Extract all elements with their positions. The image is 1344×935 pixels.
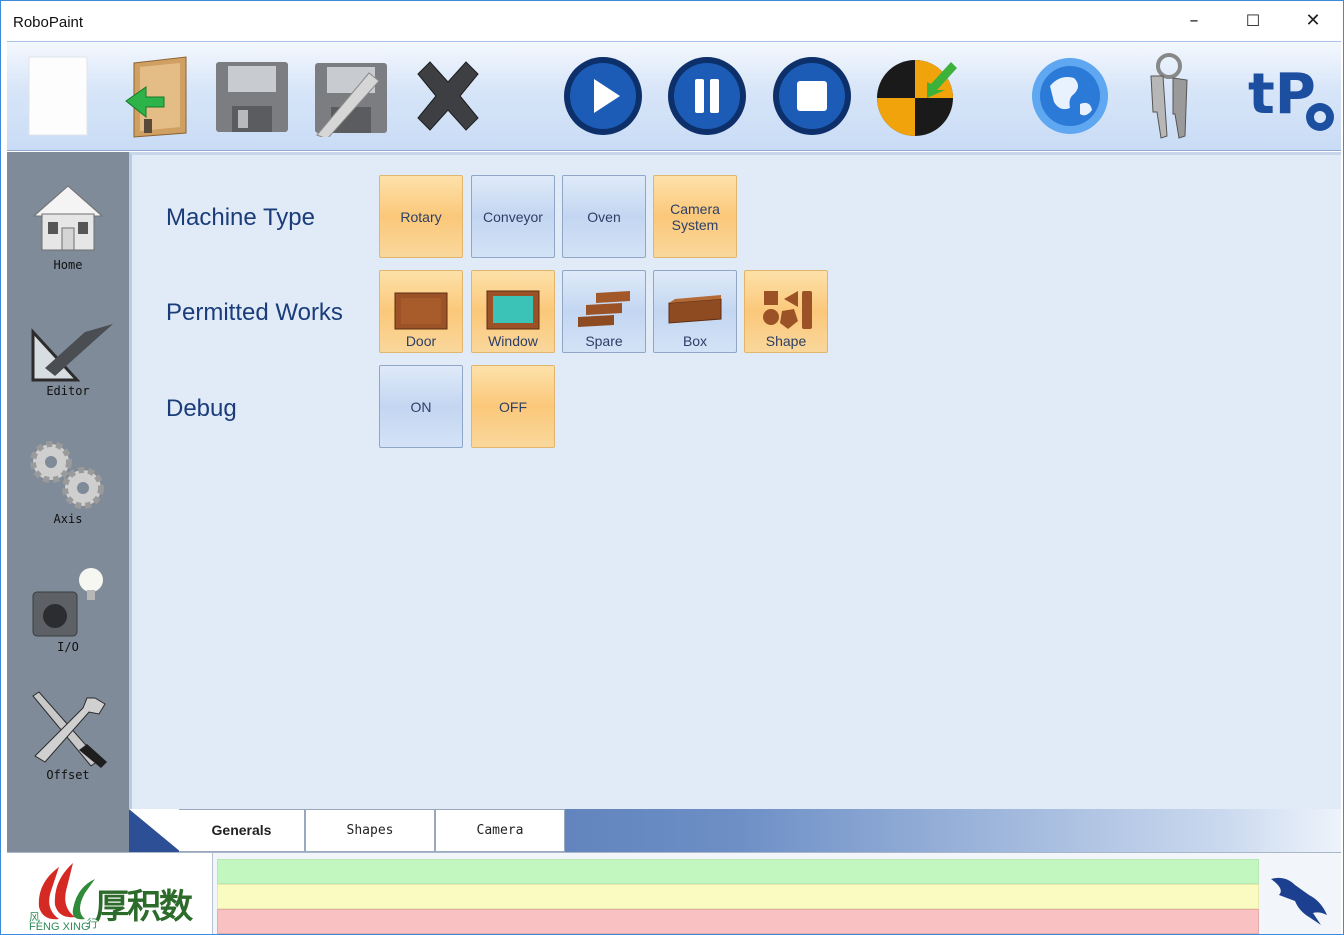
blank-page-icon <box>28 56 88 136</box>
permitted-works-label: Permitted Works <box>166 299 343 326</box>
sidebar-item-editor[interactable]: Editor <box>7 304 129 424</box>
option-label: Window <box>488 333 538 349</box>
sidebar-item-label: Offset <box>46 768 90 782</box>
logo-subtext: FENG XING <box>29 921 90 933</box>
window-title: RoboPaint <box>13 14 84 31</box>
origin-target-icon <box>877 60 957 136</box>
sidebar-item-label: Axis <box>53 512 83 526</box>
floppy-disk-icon <box>216 62 288 132</box>
option-label: Rotary <box>400 208 442 225</box>
login-button[interactable] <box>1127 52 1209 140</box>
bird-logo-icon <box>1271 877 1327 925</box>
stop-button[interactable] <box>771 52 853 140</box>
settings-panel: Machine Type Permitted Works Debug Rotar… <box>129 152 1341 809</box>
sidebar: Home Editor Axis I/O Offset <box>7 152 129 852</box>
window-icon <box>486 290 540 330</box>
company-logo: 厚积数控 风 行 FENG XING <box>7 853 213 934</box>
sidebar-item-label: I/O <box>57 640 79 654</box>
tools-icon <box>32 691 107 768</box>
option-label: OFF <box>499 398 527 415</box>
origin-button[interactable] <box>875 52 957 140</box>
machine-type-label: Machine Type <box>166 204 315 231</box>
app-window: RoboPaint – ☐ ✕ tP Home Editor Axis I/O … <box>0 0 1344 935</box>
open-button[interactable] <box>115 52 197 140</box>
option-label: Shape <box>765 333 807 349</box>
x-icon <box>417 61 479 131</box>
option-label: Box <box>682 333 708 349</box>
works-box-button[interactable]: Box <box>653 270 737 353</box>
minimize-button[interactable]: – <box>1179 9 1209 33</box>
logo-text: 厚积数控 <box>95 887 193 927</box>
works-door-button[interactable]: Door <box>379 270 463 353</box>
debug-label: Debug <box>166 395 237 422</box>
option-label: Conveyor <box>483 208 543 225</box>
tab-wedge <box>129 809 181 852</box>
house-icon <box>32 185 104 251</box>
brand-logo: tP <box>1245 52 1337 140</box>
tab-shapes[interactable]: Shapes <box>305 809 435 852</box>
status-line-info <box>217 859 1259 884</box>
globe-icon <box>1032 58 1108 134</box>
tpa-logo-icon: tP <box>1248 62 1334 131</box>
works-window-button[interactable]: Window <box>471 270 555 353</box>
status-line-error <box>217 909 1259 934</box>
sidebar-item-io[interactable]: I/O <box>7 560 129 680</box>
keys-icon <box>1150 53 1188 139</box>
open-folder-icon <box>125 56 187 138</box>
machine-type-rotary-button[interactable]: Rotary <box>379 175 463 258</box>
save-button[interactable] <box>211 52 293 140</box>
debug-on-button[interactable]: ON <box>379 365 463 448</box>
sidebar-item-offset[interactable]: Offset <box>7 688 129 808</box>
debug-off-button[interactable]: OFF <box>471 365 555 448</box>
spare-icon <box>578 291 630 327</box>
sidebar-item-label: Home <box>53 258 83 272</box>
tab-generals[interactable]: Generals <box>179 809 305 852</box>
pause-icon <box>668 57 746 135</box>
floppy-pen-icon <box>315 63 387 137</box>
sidebar-item-label: Editor <box>46 384 90 398</box>
svg-text:tP: tP <box>1248 62 1316 127</box>
option-label: Oven <box>587 208 621 225</box>
play-button[interactable] <box>562 52 644 140</box>
status-line-warning <box>217 884 1259 909</box>
gears-icon <box>30 441 104 509</box>
sidebar-item-home[interactable]: Home <box>7 178 129 298</box>
set-square-icon <box>31 324 113 382</box>
option-label: Spare <box>585 333 623 349</box>
option-label: Door <box>405 333 437 349</box>
pause-button[interactable] <box>666 52 748 140</box>
save-as-button[interactable] <box>309 52 391 140</box>
works-spare-button[interactable]: Spare <box>562 270 646 353</box>
status-bar: 厚积数控 风 行 FENG XING <box>7 852 1341 934</box>
sidebar-item-axis[interactable]: Axis <box>7 432 129 552</box>
stop-icon <box>773 57 851 135</box>
maximize-button[interactable]: ☐ <box>1238 9 1268 33</box>
toolbar: tP <box>7 41 1341 151</box>
language-button[interactable] <box>1029 52 1111 140</box>
lightbulb-io-icon <box>32 568 103 637</box>
tab-camera[interactable]: Camera <box>435 809 565 852</box>
title-bar: RoboPaint – ☐ ✕ <box>1 1 1343 41</box>
close-file-button[interactable] <box>407 52 489 140</box>
machine-type-oven-button[interactable]: Oven <box>562 175 646 258</box>
option-label: ON <box>410 398 432 415</box>
tab-bar: Generals Shapes Camera <box>129 809 1341 852</box>
machine-type-camera-system-button[interactable]: Camera System <box>653 175 737 258</box>
close-window-button[interactable]: ✕ <box>1298 9 1328 33</box>
box-icon <box>668 295 722 324</box>
option-label: Camera System <box>670 200 720 233</box>
works-shape-button[interactable]: Shape <box>744 270 828 353</box>
new-button[interactable] <box>17 52 99 140</box>
machine-type-conveyor-button[interactable]: Conveyor <box>471 175 555 258</box>
play-icon <box>564 57 642 135</box>
shapes-icon <box>763 291 812 329</box>
door-icon <box>394 292 448 330</box>
